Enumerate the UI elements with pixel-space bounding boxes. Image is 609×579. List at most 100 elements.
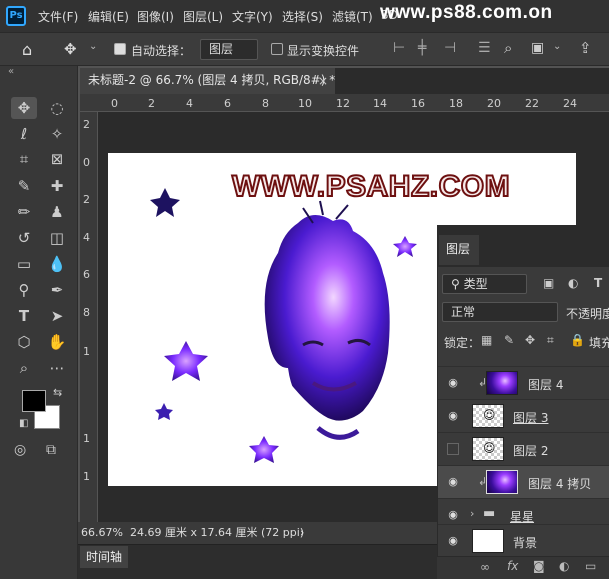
layer-filter-value: 类型 [463,277,488,291]
share-icon[interactable]: ⇪ [579,39,592,57]
new-group-icon[interactable]: ▭ [585,559,596,573]
lock-position-icon[interactable]: ✥ [525,333,535,347]
close-tab-icon[interactable]: × [318,74,328,88]
default-colors-icon[interactable]: ◧ [19,418,28,429]
healing-brush-tool-button[interactable]: ✚ [44,175,70,197]
more-tools-button[interactable]: ⋯ [44,357,70,379]
layer-row[interactable]: ◉ ☺ 图层 3 [438,399,609,432]
timeline-tab[interactable]: 时间轴 [80,546,128,568]
type-tool-button[interactable]: T [11,305,37,327]
filter-pixel-icon[interactable]: ▣ [543,276,554,290]
site-watermark: www.ps88.com.on [380,2,553,23]
menu-file[interactable]: 文件(F) [38,8,78,25]
link-layers-icon[interactable]: ∞ [480,560,490,574]
filter-type-icon[interactable]: T [594,276,602,290]
zoom-level[interactable]: 66.67% [81,522,123,544]
eyedropper-tool-button[interactable]: ✎ [11,175,37,197]
layer-row[interactable]: ◉ ↲ 图层 4 [438,366,609,399]
layer-name[interactable]: 图层 3 [513,409,548,426]
visibility-eye-icon[interactable]: ◉ [446,535,460,547]
visibility-eye-icon[interactable]: ◉ [446,377,460,389]
layers-tab[interactable]: 图层 [439,235,479,265]
quick-mask-icon[interactable]: ◎ [14,442,26,458]
foreground-color-swatch[interactable] [22,390,46,412]
gradient-tool-button[interactable]: ▭ [11,253,37,275]
lock-artboard-icon[interactable]: ⌗ [547,333,554,348]
home-icon[interactable]: ⌂ [22,40,32,59]
menu-edit[interactable]: 编辑(E) [88,8,129,25]
marquee-tool-button[interactable]: ◌ [44,97,70,119]
lock-transparent-icon[interactable]: ▦ [481,333,492,347]
ruler-tick: 2 [83,118,90,131]
layer-row-selected[interactable]: ◉ ↲ 图层 4 拷贝 [438,465,609,498]
star-shape [393,236,417,257]
menu-image[interactable]: 图像(I) [137,8,174,25]
layer-filter-dropdown[interactable]: ⚲ 类型 [442,274,527,294]
opacity-label: 不透明度 [566,307,609,321]
workspace-chevron-icon[interactable]: ⌄ [553,41,561,52]
clone-stamp-tool-button[interactable]: ♟ [44,201,70,223]
workspace-icon[interactable]: ▣ [531,40,544,56]
visibility-eye-icon[interactable]: ◉ [446,476,460,488]
photoshop-logo[interactable]: Ps [6,6,26,26]
screen-mode-icon[interactable]: ⧉ [46,442,56,458]
pen-tool-button[interactable]: ✒ [44,279,70,301]
swap-colors-icon[interactable]: ⇆ [53,386,62,399]
menu-filter[interactable]: 滤镜(T) [332,8,373,25]
ruler-tick: 20 [487,97,501,110]
blur-tool-button[interactable]: 💧 [44,253,70,275]
status-menu-arrow-icon[interactable]: › [300,522,304,544]
zoom-tool-button[interactable]: ⌕ [11,357,37,379]
move-tool-icon[interactable]: ✥ [64,40,77,58]
eraser-tool-button[interactable]: ◫ [44,227,70,249]
brush-tool-button[interactable]: ✏ [11,201,37,223]
path-selection-tool-button[interactable]: ➤ [44,305,70,327]
menu-type[interactable]: 文字(Y) [232,8,273,25]
frame-tool-button[interactable]: ⊠ [44,148,70,170]
shape-tool-button[interactable]: ⬡ [11,331,37,353]
layer-thumbnail [486,371,518,395]
visibility-off-icon[interactable] [447,443,459,455]
expand-group-icon[interactable]: › [470,507,474,520]
filter-adjustment-icon[interactable]: ◐ [568,276,578,290]
collapse-toolbar-icon[interactable]: « [8,66,14,77]
align-left-icon[interactable]: ⊢ [393,40,405,56]
distribute-icon[interactable]: ☰ [478,40,491,56]
tool-preset-chevron-icon[interactable]: ⌄ [89,41,97,52]
layer-row[interactable]: ☺ 图层 2 [438,432,609,465]
adjustment-layer-icon[interactable]: ◐ [559,559,569,573]
show-transform-checkbox[interactable] [271,43,283,55]
auto-select-target-dropdown[interactable]: 图层 [200,39,258,60]
auto-select-checkbox[interactable] [114,43,126,55]
lock-all-icon[interactable]: 🔒 [570,333,585,347]
lasso-tool-button[interactable]: ℓ [11,123,37,145]
layer-name[interactable]: 图层 2 [513,442,548,459]
layer-name[interactable]: 图层 4 拷贝 [528,475,591,492]
dodge-tool-button[interactable]: ⚲ [11,279,37,301]
document-tab[interactable]: 未标题-2 @ 66.7% (图层 4 拷贝, RGB/8#) * [80,68,335,94]
add-mask-icon[interactable]: ◙ [533,559,545,573]
menu-select[interactable]: 选择(S) [282,8,323,25]
layer-style-icon[interactable]: fx [507,559,518,573]
magic-wand-tool-button[interactable]: ✧ [44,123,70,145]
crop-tool-button[interactable]: ⌗ [11,148,37,170]
align-right-icon[interactable]: ⊣ [444,40,456,56]
layer-name[interactable]: 背景 [513,534,537,551]
ruler-tick: 10 [298,97,312,110]
menu-layer[interactable]: 图层(L) [183,8,223,25]
search-icon[interactable]: ⌕ [504,39,512,57]
layer-row[interactable]: ◉ 背景 [438,524,609,557]
align-center-icon[interactable]: ╪ [418,40,426,56]
visibility-eye-icon[interactable]: ◉ [446,410,460,422]
lock-pixels-icon[interactable]: ✎ [504,333,514,347]
move-tool-button[interactable]: ✥ [11,97,37,119]
layer-name[interactable]: 图层 4 [528,376,563,393]
visibility-eye-icon[interactable]: ◉ [446,509,460,521]
layer-name[interactable]: 星星 [510,508,534,525]
blend-mode-dropdown[interactable]: 正常 [442,302,558,322]
history-brush-tool-button[interactable]: ↺ [11,227,37,249]
fill-label: 填充 [589,336,609,350]
hand-tool-button[interactable]: ✋ [44,331,70,353]
ruler-tick: 6 [224,97,231,110]
show-transform-label: 显示变换控件 [287,44,360,58]
